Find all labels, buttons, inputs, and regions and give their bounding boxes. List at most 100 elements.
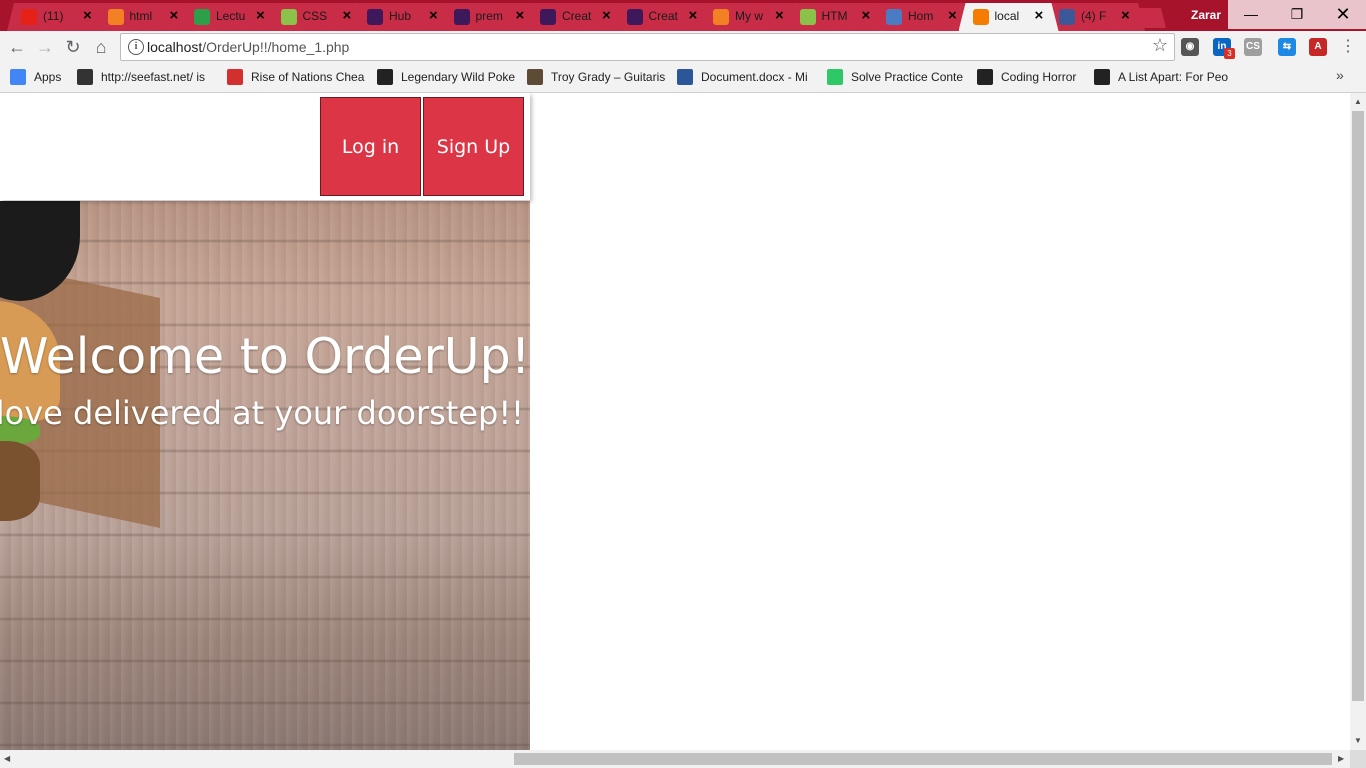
horizontal-scrollbar[interactable]: ◀ ▶: [0, 750, 1350, 768]
facebook-icon: [1059, 9, 1075, 25]
cast-icon[interactable]: ⇆: [1278, 38, 1296, 56]
linkedin-notification-badge: 3: [1224, 48, 1235, 59]
bookmark-label: Document.docx - Mi: [701, 70, 808, 84]
bookmark-item[interactable]: Document.docx - Mi: [677, 69, 817, 85]
browser-tab[interactable]: Lectu ×: [180, 3, 280, 31]
browser-tab[interactable]: local ×: [958, 3, 1059, 31]
xampp-icon: [972, 9, 989, 25]
more-bookmarks-icon[interactable]: »: [1336, 67, 1344, 83]
bookmark-item[interactable]: Solve Practice Conte: [827, 69, 967, 85]
menu-kebab-icon[interactable]: ⋮: [1336, 35, 1360, 59]
browser-tab[interactable]: (4) F ×: [1045, 3, 1145, 31]
browser-tab[interactable]: Hom ×: [872, 3, 972, 31]
reload-button[interactable]: ↻: [61, 35, 85, 59]
bookmark-item[interactable]: Apps: [10, 69, 70, 85]
close-tab-icon[interactable]: ×: [343, 7, 352, 24]
coding-horror-icon: [977, 69, 993, 85]
restore-button[interactable]: ❐: [1274, 0, 1320, 29]
close-tab-icon[interactable]: ×: [429, 7, 438, 24]
browser-tab[interactable]: Creat ×: [612, 3, 713, 31]
bookmark-item[interactable]: Legendary Wild Poke: [377, 69, 517, 85]
tab-strip: Zarar — ❐ ✕ (11) × html × Lectu × CSS × Hub × prem…: [0, 0, 1366, 31]
apps-grid-icon: [10, 69, 26, 85]
forward-button[interactable]: →: [33, 35, 57, 59]
youtube-icon: [21, 9, 37, 25]
signup-button[interactable]: Sign Up: [423, 97, 524, 196]
scroll-left-icon[interactable]: ◀: [4, 754, 10, 763]
tab-title: html: [129, 9, 153, 23]
close-tab-icon[interactable]: ×: [170, 7, 179, 24]
browser-tab[interactable]: Creat ×: [526, 3, 626, 31]
horizontal-scroll-thumb[interactable]: [514, 753, 1332, 765]
bookmarks-bar: » Apps http://seefast.net/ is Rise of Nati…: [0, 63, 1366, 93]
close-tab-icon[interactable]: ×: [775, 7, 784, 24]
troy-grady-icon: [527, 69, 543, 85]
stackoverflow-icon: [713, 9, 729, 25]
hero-subtitle: ou love delivered at your doorstep!!: [0, 394, 524, 432]
close-tab-icon[interactable]: ×: [862, 7, 871, 24]
browser-tab[interactable]: prem ×: [439, 3, 540, 31]
tab-title: HTM: [821, 9, 848, 23]
scrollbar-corner: [1350, 750, 1366, 768]
bookmark-label: Solve Practice Conte: [851, 70, 964, 84]
bookmark-item[interactable]: http://seefast.net/ is: [77, 69, 217, 85]
minimize-button[interactable]: —: [1228, 0, 1274, 29]
vertical-scrollbar[interactable]: ▲ ▼: [1350, 93, 1366, 750]
close-tab-icon[interactable]: ×: [602, 7, 611, 24]
tab-title: Creat: [648, 9, 678, 23]
browser-tab[interactable]: Hub ×: [353, 3, 453, 31]
address-bar[interactable]: i localhost/OrderUp!!/home_1.php ☆: [120, 33, 1175, 61]
browser-tab[interactable]: CSS ×: [266, 3, 367, 31]
vertical-scroll-thumb[interactable]: [1352, 111, 1364, 701]
bookmark-label: Apps: [34, 70, 62, 84]
premier-league-icon: [453, 9, 470, 25]
tab-title: Hub: [389, 9, 412, 23]
bookmark-label: Rise of Nations Chea: [251, 70, 365, 84]
browser-tab[interactable]: HTM ×: [785, 3, 886, 31]
ghostery-icon[interactable]: ◉: [1181, 38, 1199, 56]
tab-icon: [886, 9, 902, 25]
close-tab-icon[interactable]: ×: [1121, 7, 1130, 24]
bookmark-star-icon[interactable]: ☆: [1152, 35, 1168, 56]
login-button[interactable]: Log in: [320, 97, 421, 196]
css-viewer-icon[interactable]: CS: [1244, 38, 1262, 56]
close-tab-icon[interactable]: ×: [516, 7, 525, 24]
bookmark-item[interactable]: Rise of Nations Chea: [227, 69, 367, 85]
scroll-up-icon[interactable]: ▲: [1354, 97, 1362, 106]
pdf-icon[interactable]: A: [1309, 38, 1327, 56]
browser-tab[interactable]: My w ×: [699, 3, 799, 31]
tab-title: My w: [735, 9, 763, 23]
tab-title: CSS: [302, 9, 328, 23]
back-button[interactable]: ←: [5, 35, 29, 59]
profile-name[interactable]: Zarar: [1191, 8, 1221, 22]
w3schools-icon: [799, 9, 816, 25]
premier-league-icon: [626, 9, 643, 25]
bookmark-item[interactable]: Troy Grady – Guitaris: [527, 69, 667, 85]
pokemon-icon: [377, 69, 393, 85]
url-text[interactable]: localhost/OrderUp!!/home_1.php: [147, 39, 349, 55]
tab-title: (11): [43, 9, 64, 23]
close-window-button[interactable]: ✕: [1320, 0, 1366, 29]
bookmark-label: Legendary Wild Poke: [401, 70, 516, 84]
bookmark-label: Coding Horror: [1001, 70, 1077, 84]
close-tab-icon[interactable]: ×: [256, 7, 265, 24]
bookmark-item[interactable]: A List Apart: For Peo: [1094, 69, 1234, 85]
tab-title: prem: [475, 9, 503, 23]
browser-tab[interactable]: html ×: [93, 3, 194, 31]
hero-title: Welcome to OrderUp!!: [0, 328, 530, 385]
bookmark-item[interactable]: Coding Horror: [977, 69, 1087, 85]
scroll-right-icon[interactable]: ▶: [1338, 754, 1344, 763]
stackoverflow-icon: [107, 9, 124, 25]
site-info-icon[interactable]: i: [128, 39, 144, 55]
close-tab-icon[interactable]: ×: [83, 7, 92, 24]
home-button[interactable]: ⌂: [89, 35, 113, 59]
close-tab-icon[interactable]: ×: [689, 7, 698, 24]
browser-tab[interactable]: (11) ×: [7, 3, 107, 31]
close-tab-icon[interactable]: ×: [1035, 7, 1044, 24]
close-tab-icon[interactable]: ×: [948, 7, 957, 24]
tab-title: Hom: [908, 9, 934, 23]
browser-toolbar: ← → ↻ ⌂ i localhost/OrderUp!!/home_1.php…: [0, 31, 1366, 63]
rise-of-nations-icon: [227, 69, 243, 85]
scroll-down-icon[interactable]: ▼: [1354, 736, 1362, 745]
seefast-icon: [77, 69, 93, 85]
